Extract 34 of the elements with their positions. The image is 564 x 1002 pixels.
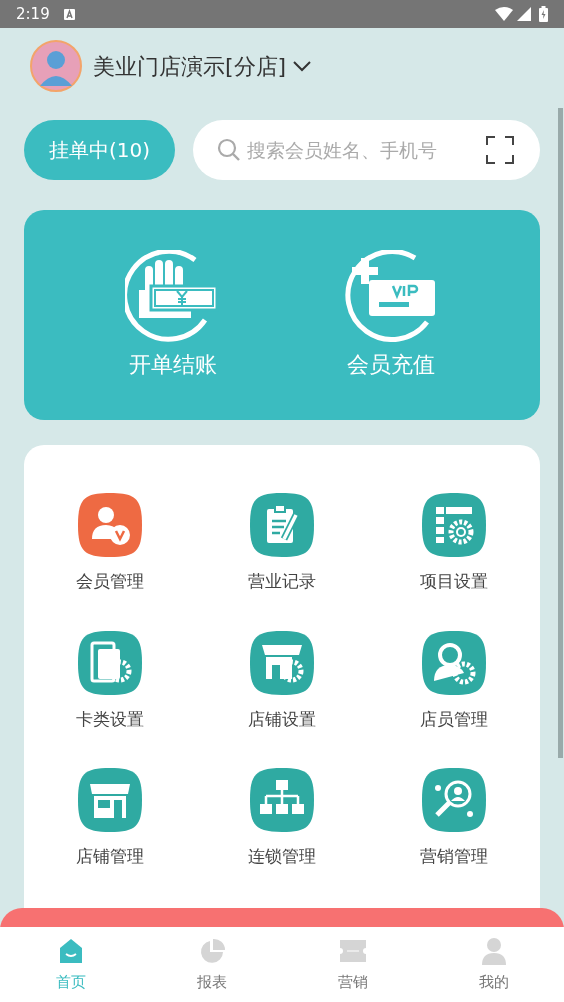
scan-icon[interactable] [486,136,514,164]
menu-item-label[interactable]: 连锁管理 [248,844,316,870]
notification-icon [63,8,75,20]
shop-icon[interactable] [78,768,142,832]
wifi-icon [495,7,513,21]
store-name[interactable]: 美业门店演示[分店] [93,49,287,83]
menu-item-label[interactable]: 会员管理 [76,569,144,595]
menu-item-label[interactable]: 店铺设置 [248,706,316,732]
menu-item-label[interactable]: 卡类设置 [76,706,144,732]
person-badge-icon[interactable] [78,493,142,557]
ticket-icon [338,937,367,965]
signal-icon [517,7,531,21]
nav-tab[interactable]: 我的 [478,971,509,994]
table-gear-icon[interactable] [422,493,486,557]
avatar[interactable] [30,40,82,92]
chevron-down-icon[interactable] [292,60,313,72]
person-gear-icon[interactable] [422,630,486,695]
menu-item-label[interactable]: 项目设置 [420,569,488,595]
search-icon [217,138,241,162]
menu-item-label[interactable]: 营销管理 [420,844,488,870]
search-field[interactable]: 搜索会员姓名、手机号 [193,120,540,180]
clipboard-icon[interactable] [250,493,314,557]
hierarchy-icon[interactable] [250,768,314,832]
menu-item-label[interactable]: 店员管理 [420,706,488,732]
menu-item-label[interactable]: 营业记录 [248,569,316,595]
card-gear-icon[interactable] [78,630,142,695]
nav-tab[interactable]: 报表 [196,971,227,994]
nav-tab[interactable]: 营销 [337,971,368,994]
status-time: 2:19 [16,3,50,25]
storefront-gear-icon[interactable] [250,630,314,695]
user-icon [479,937,508,965]
battery-icon [539,6,548,22]
magnifier-people-icon[interactable] [422,768,486,832]
menu-item-label[interactable]: 店铺管理 [76,844,144,870]
